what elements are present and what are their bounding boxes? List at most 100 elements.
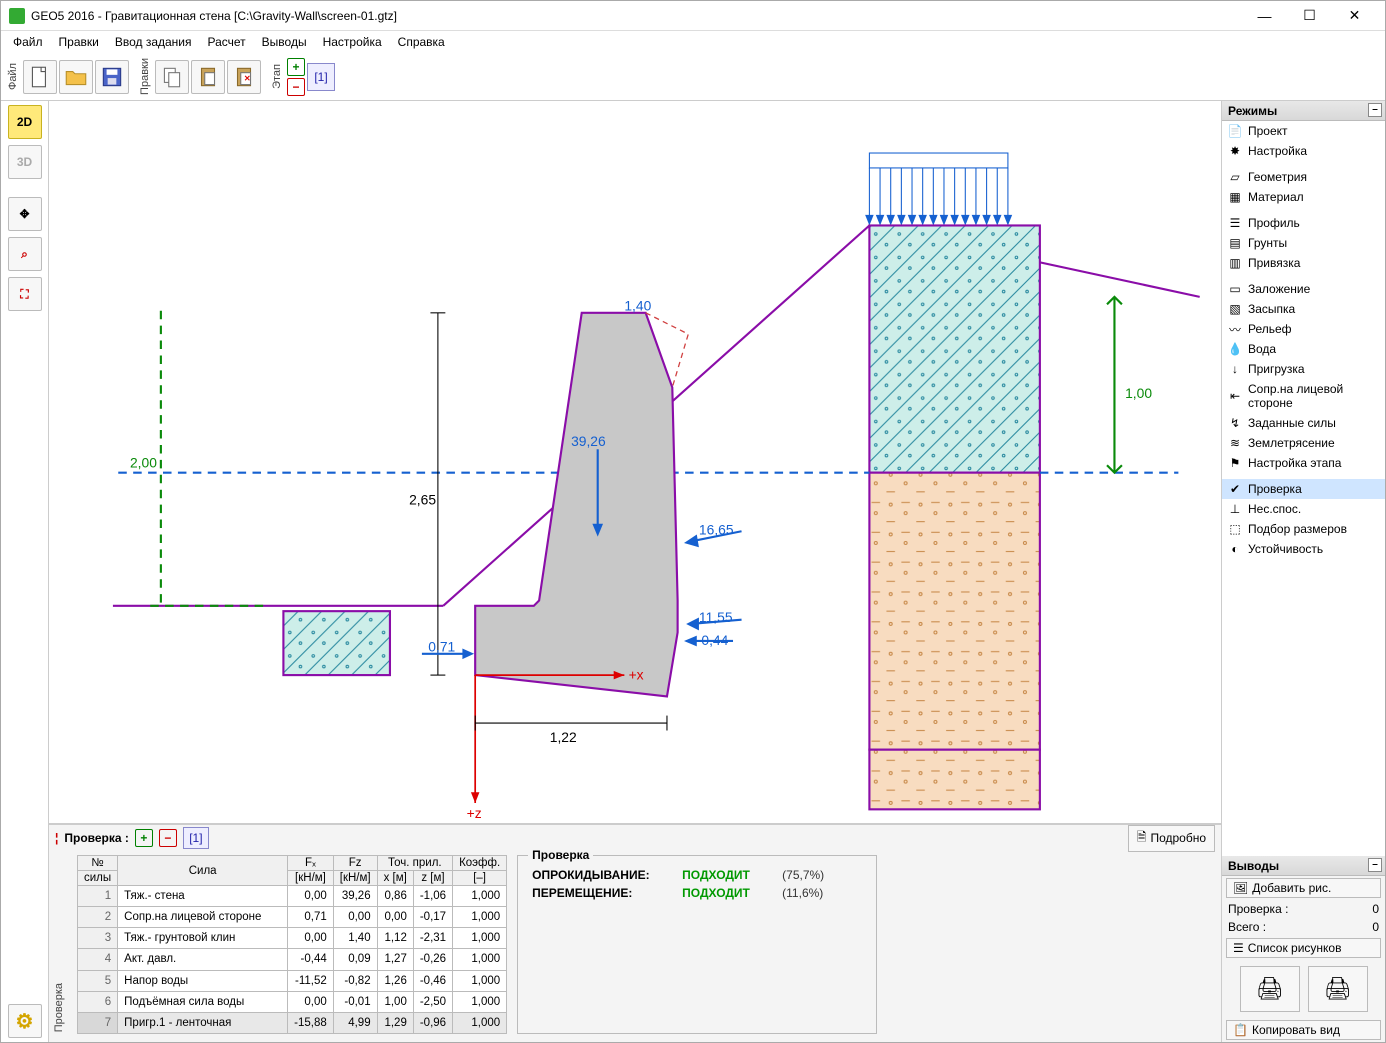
bottom-panel: ¦ Проверка : + − [1] 🗎Подробно Проверка …: [49, 824, 1221, 1042]
toolbar-group-stage: Этап: [271, 64, 283, 89]
mode-item-14[interactable]: ≋Землетрясение: [1222, 433, 1385, 453]
pan-button[interactable]: ✥: [8, 197, 42, 231]
lbl-1-40: 1,40: [624, 298, 651, 314]
paste-button[interactable]: [191, 60, 225, 94]
mode-item-15[interactable]: ⚑Настройка этапа: [1222, 453, 1385, 473]
mode-icon: ✔: [1228, 482, 1242, 496]
mode-item-11[interactable]: ↓ Пригрузка: [1222, 359, 1385, 379]
mode-icon: ☰: [1228, 216, 1242, 230]
mode-item-6[interactable]: ▥Привязка: [1222, 253, 1385, 273]
mode-icon: ↯: [1228, 416, 1242, 430]
mode-item-12[interactable]: ⇤Сопр.на лицевой стороне: [1222, 379, 1385, 413]
mode-icon: ⬚: [1228, 522, 1242, 536]
toolbar-group-file: Файл: [7, 63, 19, 90]
check-slip-label: ПЕРЕМЕЩЕНИЕ:: [532, 886, 672, 900]
mode-item-8[interactable]: ▧Засыпка: [1222, 299, 1385, 319]
mode-item-0[interactable]: 📄Проект: [1222, 121, 1385, 141]
table-row[interactable]: 3Тяж.- грунтовой клин0,001,401,12-2,311,…: [78, 928, 507, 949]
mode-label: Настройка: [1248, 144, 1307, 158]
stage-add-button[interactable]: +: [287, 58, 305, 76]
stage-remove-button[interactable]: −: [287, 78, 305, 96]
zoom-button[interactable]: ⌕: [8, 237, 42, 271]
titlebar: GEO5 2016 - Гравитационная стена [C:\Gra…: [1, 1, 1385, 31]
mode-icon: ▦: [1228, 190, 1242, 204]
table-row[interactable]: 5Напор воды-11,52-0,821,26-0,461,000: [78, 970, 507, 991]
table-row[interactable]: 4Акт. давл.-0,440,091,27-0,261,000: [78, 949, 507, 970]
left-toolbar: 2D 3D ✥ ⌕ ⛶ ⚙: [1, 101, 49, 1042]
mode-item-17[interactable]: ⊥ Нес.спос.: [1222, 499, 1385, 519]
settings-gear-button[interactable]: ⚙: [8, 1004, 42, 1038]
menu-calc[interactable]: Расчет: [200, 33, 254, 51]
outputs-collapse[interactable]: –: [1368, 858, 1382, 872]
open-file-button[interactable]: [59, 60, 93, 94]
minimize-button[interactable]: —: [1242, 2, 1287, 30]
mode-icon: ⇤: [1228, 389, 1242, 403]
paste-special-button[interactable]: [227, 60, 261, 94]
print-report-button[interactable]: 🖨: [1308, 966, 1368, 1012]
list-icon: ☰: [1233, 941, 1244, 955]
menu-edit[interactable]: Правки: [51, 33, 107, 51]
mode-item-3[interactable]: ▦Материал: [1222, 187, 1385, 207]
axis-x: +x: [629, 666, 644, 682]
copy-icon: [159, 64, 185, 90]
bottom-stage-num[interactable]: [1]: [183, 827, 209, 849]
bottom-stage-del[interactable]: −: [159, 829, 177, 847]
modes-collapse[interactable]: –: [1368, 103, 1382, 117]
detail-button[interactable]: 🗎Подробно: [1128, 825, 1215, 852]
menu-outputs[interactable]: Выводы: [254, 33, 315, 51]
forces-table[interactable]: № Сила Fₓ Fz Точ. прил. Коэфф. силы [кН/…: [77, 855, 507, 1034]
move-icon: ✥: [19, 207, 29, 221]
picture-list-button[interactable]: ☰Список рисунков: [1226, 938, 1381, 958]
mode-item-5[interactable]: ▤Грунты: [1222, 233, 1385, 253]
mode-label: Нес.спос.: [1248, 502, 1301, 516]
table-row[interactable]: 2Сопр.на лицевой стороне0,710,000,00-0,1…: [78, 907, 507, 928]
mode-item-18[interactable]: ⬚Подбор размеров: [1222, 519, 1385, 539]
bottom-stage-add[interactable]: +: [135, 829, 153, 847]
drawing-canvas[interactable]: 2,00 1,00 2,65 1,22 0,71 1,40 39,26 16,6…: [49, 101, 1221, 824]
add-picture-icon: 🖼: [1233, 881, 1248, 895]
mode-icon: ⊥: [1228, 502, 1242, 516]
close-button[interactable]: ✕: [1332, 2, 1377, 30]
mode-icon: ▱: [1228, 170, 1242, 184]
paste-special-icon: [231, 64, 257, 90]
maximize-button[interactable]: ☐: [1287, 2, 1332, 30]
mode-item-2[interactable]: ▱Геометрия: [1222, 167, 1385, 187]
table-row[interactable]: 7Пригр.1 - ленточная-15,884,991,29-0,961…: [78, 1012, 507, 1033]
mode-icon: ▭: [1228, 282, 1242, 296]
new-file-button[interactable]: [23, 60, 57, 94]
dim-1-22: 1,22: [550, 729, 577, 745]
lbl-0-71: 0,71: [428, 639, 455, 655]
view-3d-button[interactable]: 3D: [8, 145, 42, 179]
stage-number[interactable]: [1]: [307, 63, 335, 91]
mode-item-9[interactable]: 〰Рельеф: [1222, 319, 1385, 339]
mode-item-13[interactable]: ↯Заданные силы: [1222, 413, 1385, 433]
print-chart-button[interactable]: 🖨: [1240, 966, 1300, 1012]
mode-label: Профиль: [1248, 216, 1300, 230]
mode-label: Пригрузка: [1248, 362, 1305, 376]
toolbar: Файл Правки Этап + − [1]: [1, 53, 1385, 101]
mode-icon: ⚑: [1228, 456, 1242, 470]
mode-item-10[interactable]: 💧Вода: [1222, 339, 1385, 359]
floppy-icon: [99, 64, 125, 90]
mode-item-4[interactable]: ☰ Профиль: [1222, 213, 1385, 233]
menu-file[interactable]: Файл: [5, 33, 51, 51]
menu-input[interactable]: Ввод задания: [107, 33, 200, 51]
mode-item-19[interactable]: ◐Устойчивость: [1222, 539, 1385, 559]
save-file-button[interactable]: [95, 60, 129, 94]
table-row[interactable]: 6Подъёмная сила воды0,00-0,011,00-2,501,…: [78, 991, 507, 1012]
mode-item-1[interactable]: ✸Настройка: [1222, 141, 1385, 161]
view-2d-button[interactable]: 2D: [8, 105, 42, 139]
copy-view-button[interactable]: 📋Копировать вид: [1226, 1020, 1381, 1040]
fit-button[interactable]: ⛶: [8, 277, 42, 311]
mode-item-16[interactable]: ✔Проверка: [1222, 479, 1385, 499]
add-picture-button[interactable]: 🖼Добавить рис.: [1226, 878, 1381, 898]
outputs-header: Выводы –: [1222, 856, 1385, 876]
copy-button[interactable]: [155, 60, 189, 94]
mode-item-7[interactable]: ▭Заложение: [1222, 279, 1385, 299]
dim-2-00: 2,00: [130, 454, 157, 470]
mode-icon: ↓: [1228, 362, 1242, 376]
table-row[interactable]: 1Тяж.- стена0,0039,260,86-1,061,000: [78, 886, 507, 907]
menu-settings[interactable]: Настройка: [315, 33, 390, 51]
menu-help[interactable]: Справка: [390, 33, 453, 51]
modes-list[interactable]: 📄Проект✸Настройка ▱Геометрия▦Материал ☰ Про…: [1222, 121, 1385, 856]
